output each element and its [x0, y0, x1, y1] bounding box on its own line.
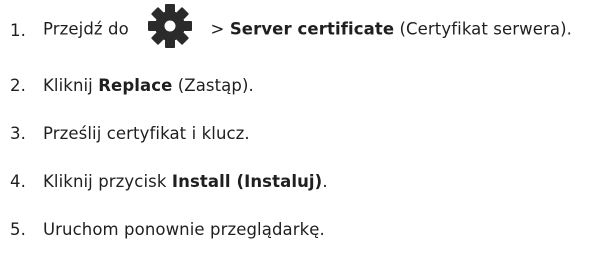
step-text: Prześlij certyfikat i klucz. — [43, 123, 250, 143]
step-number: 3. — [10, 123, 26, 143]
step-4: 4. Kliknij przycisk Install (Instaluj). — [10, 166, 328, 196]
button-label-replace: Replace — [98, 75, 173, 95]
step-text-after: . — [322, 171, 328, 191]
button-label-install: Install (Instaluj) — [171, 171, 323, 191]
step-text: Kliknij przycisk Install (Instaluj). — [43, 172, 328, 191]
step-5: 5. Uruchom ponownie przeglądarkę. — [10, 214, 325, 244]
step-text: Uruchom ponownie przeglądarkę. — [43, 219, 325, 239]
step-text: Kliknij Replace (Zastąp). — [43, 76, 254, 95]
step-number: 4. — [10, 171, 26, 191]
step-text-before: Przejdź do — [43, 19, 129, 39]
step-text: Przejdź do > Server certificate (Certyfi… — [43, 4, 572, 55]
step-number: 2. — [10, 75, 26, 95]
step-text-after: (Zastąp). — [177, 75, 254, 95]
step-number: 5. — [10, 219, 26, 239]
step-separator: > — [210, 19, 225, 39]
gear-icon — [141, 1, 199, 51]
step-text-before: Kliknij — [43, 75, 93, 95]
step-2: 2. Kliknij Replace (Zastąp). — [10, 70, 254, 100]
step-number: 1. — [10, 20, 26, 40]
step-1: 1. Przejdź do > Server certificate (Cert… — [10, 4, 572, 48]
menu-item-server-certificate: Server certificate — [229, 19, 395, 39]
step-3: 3. Prześlij certyfikat i klucz. — [10, 118, 250, 148]
step-text-after: (Certyfikat serwera). — [399, 19, 572, 39]
step-text-before: Kliknij przycisk — [43, 171, 167, 191]
